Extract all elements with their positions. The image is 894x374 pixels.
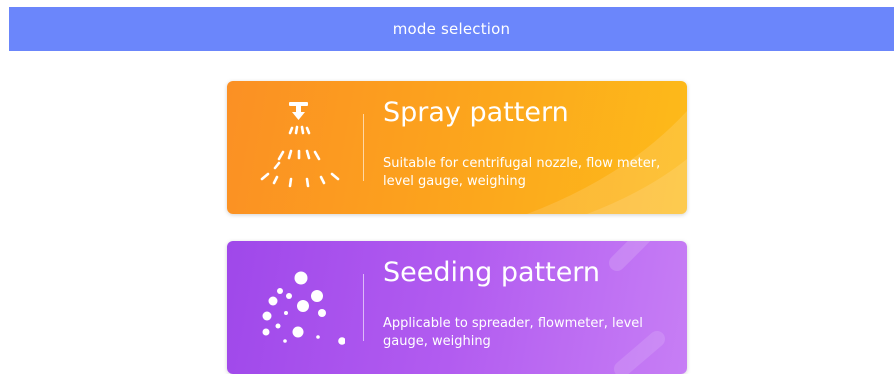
card-title: Spray pattern: [383, 97, 569, 128]
mode-selection-page: mode selection Spray pattern Suitable fo…: [0, 0, 894, 374]
card-title: Seeding pattern: [383, 257, 601, 288]
header-bar: mode selection: [9, 7, 894, 51]
seeding-pattern-card[interactable]: Seeding pattern Applicable to spreader, …: [227, 241, 687, 374]
page-title: mode selection: [392, 20, 511, 38]
card-divider: [363, 274, 364, 341]
card-description: Suitable for centrifugal nozzle, flow me…: [383, 156, 661, 189]
seed-dots-icon: [245, 255, 346, 359]
card-divider: [363, 114, 364, 181]
spray-nozzle-icon: [245, 95, 345, 199]
spray-pattern-card[interactable]: Spray pattern Suitable for centrifugal n…: [227, 81, 687, 214]
card-description: Applicable to spreader, flowmeter, level…: [383, 316, 643, 349]
